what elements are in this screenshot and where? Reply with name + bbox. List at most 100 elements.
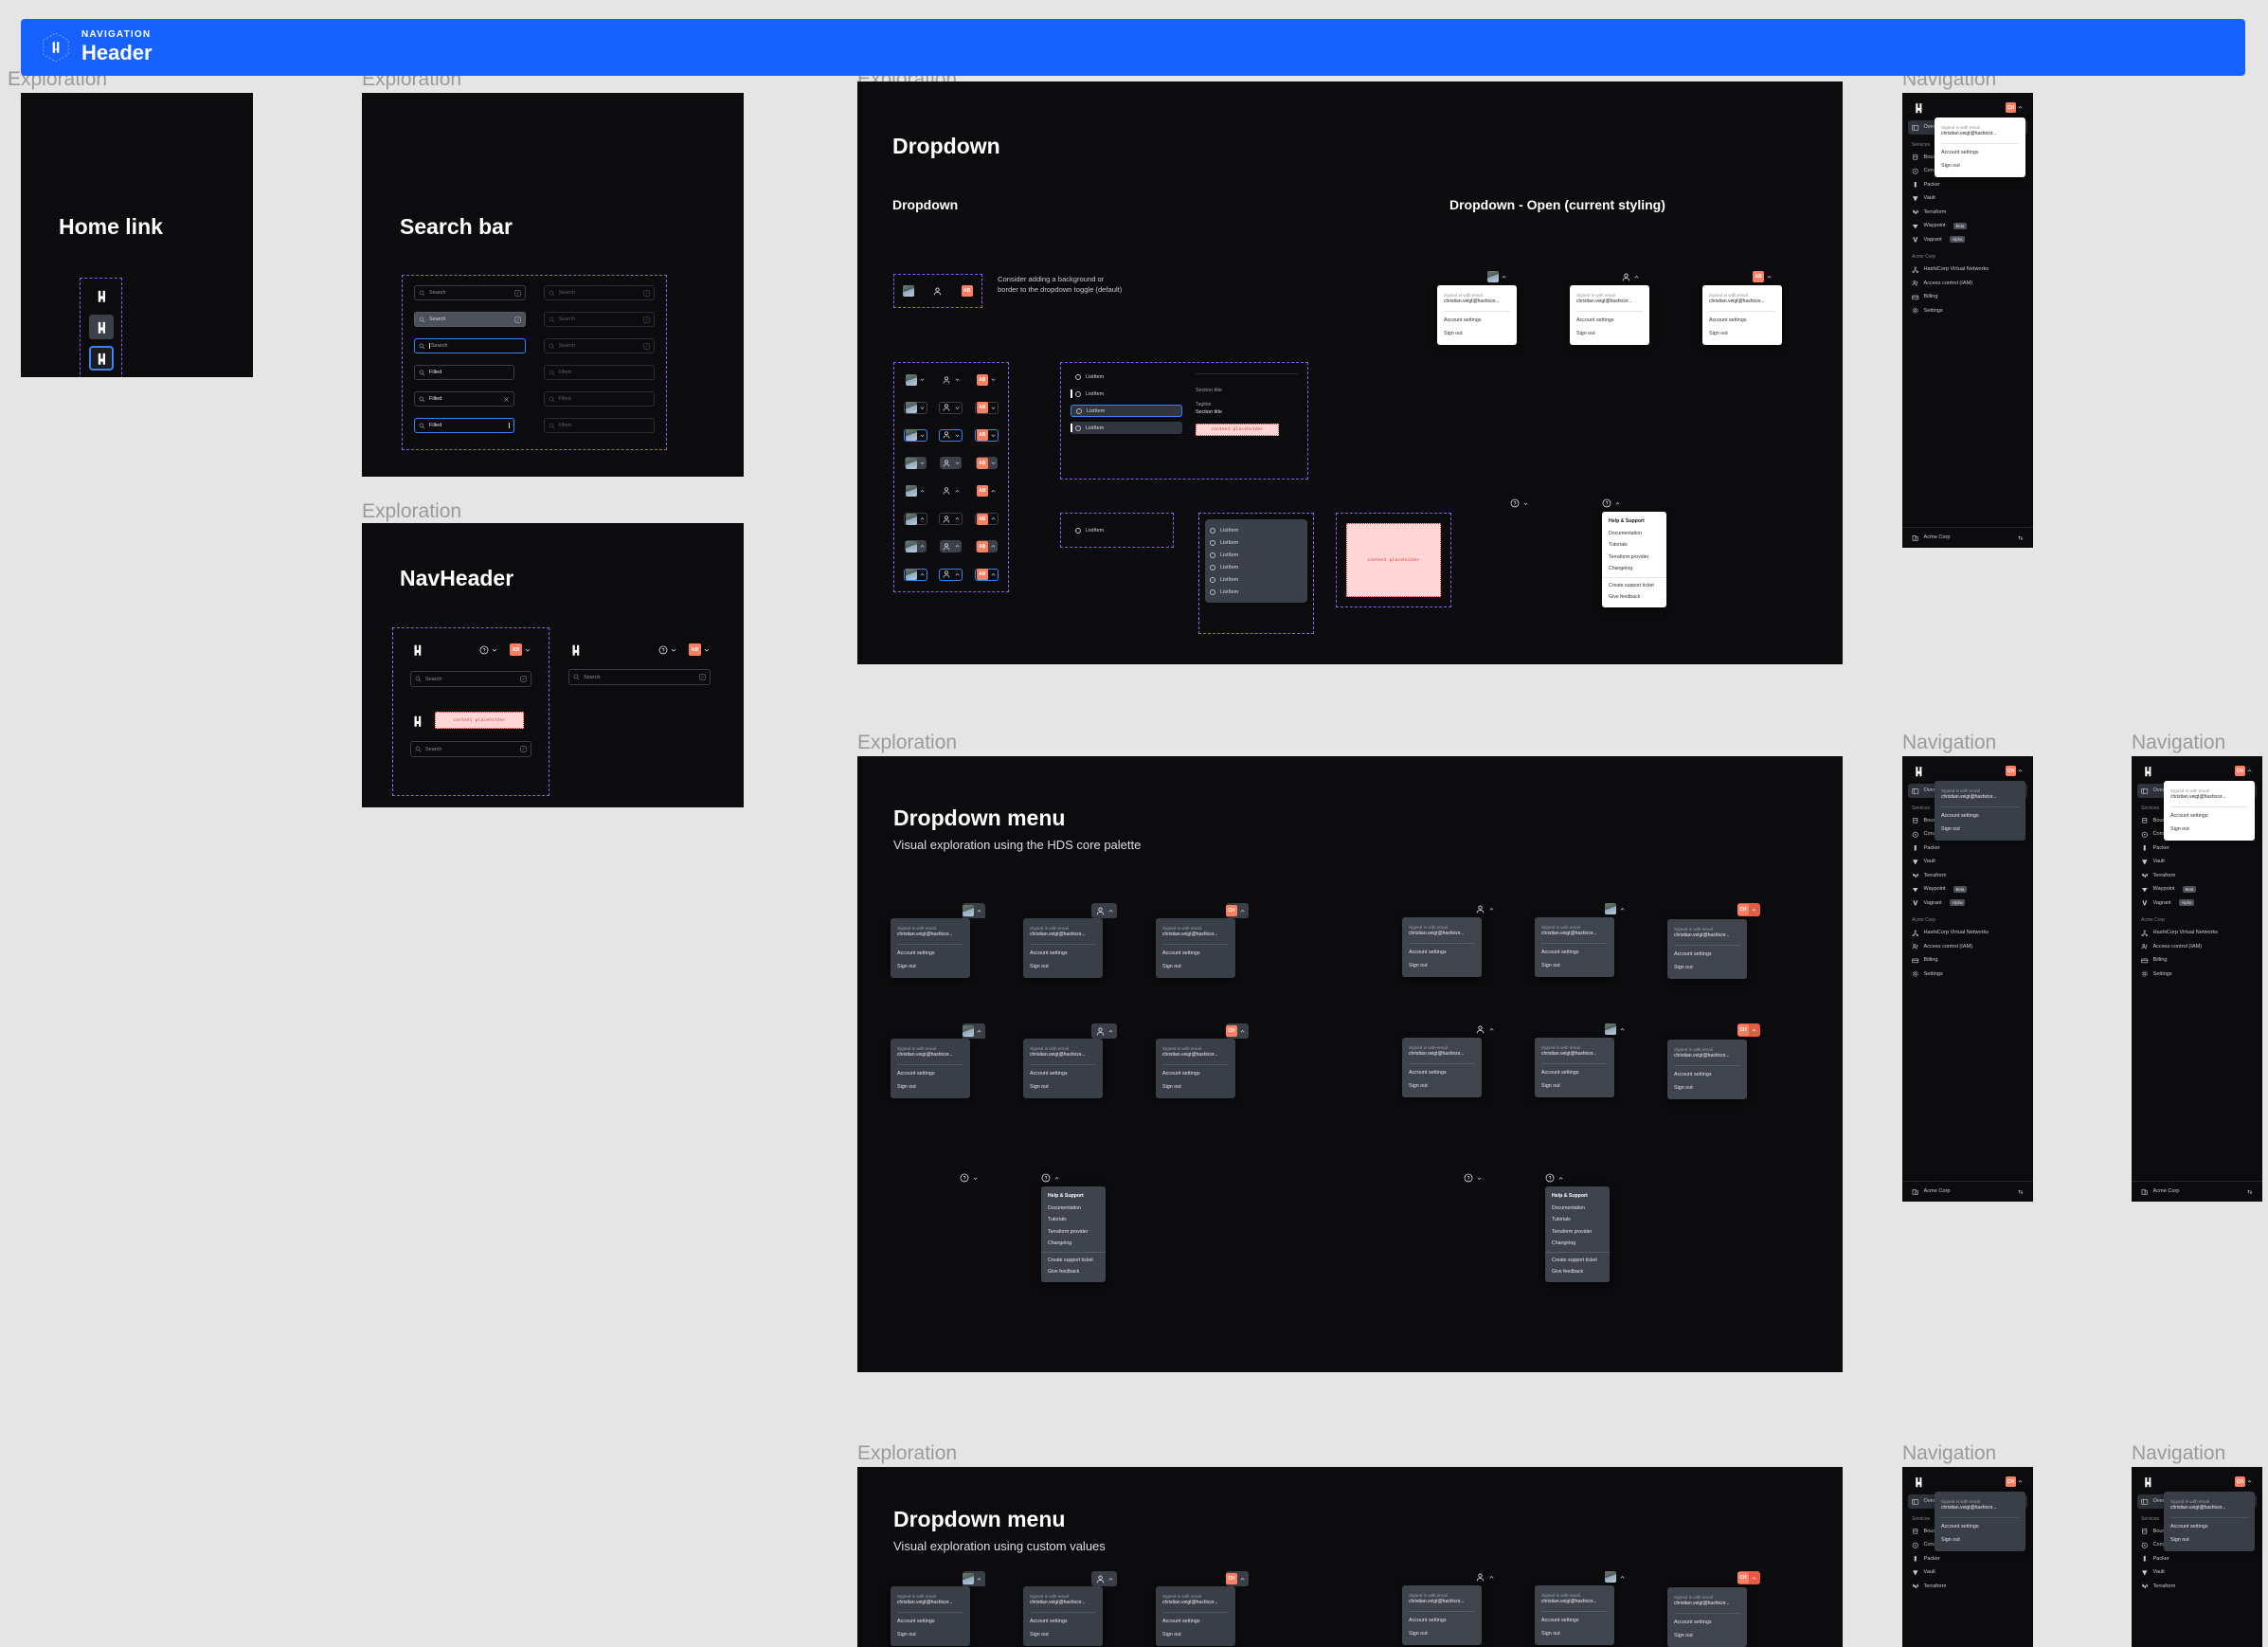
user-menu-toggle[interactable]: CH xyxy=(2235,1476,2253,1487)
sidebar-item-hvn[interactable]: HashiCorp Virtual Networks xyxy=(1902,262,2033,277)
sidebar-item-waypoint[interactable]: Waypoint Beta xyxy=(1902,882,2033,896)
sidebar-item-vault[interactable]: Vault xyxy=(1902,855,2033,869)
sidebar-item-packer[interactable]: Packer xyxy=(1902,1552,2033,1566)
person-icon[interactable] xyxy=(1094,905,1106,916)
sidebar-item-packer[interactable]: Packer xyxy=(1902,178,2033,192)
navheader-search-input[interactable]: Search xyxy=(410,671,531,687)
toggle-avatar-focus[interactable] xyxy=(904,428,928,442)
help-menu-item-2[interactable]: Tutorials xyxy=(1041,1214,1106,1226)
sidebar-item-hvn[interactable]: HashiCorp Virtual Networks xyxy=(1902,926,2033,940)
person-icon[interactable] xyxy=(1474,1023,1485,1035)
list-item[interactable]: ListItem xyxy=(1205,524,1307,536)
toggle-person-open[interactable] xyxy=(940,485,962,498)
sidebar-item-terraform[interactable]: Terraform xyxy=(2132,1580,2262,1594)
user-menu-toggle[interactable]: CH xyxy=(2235,766,2253,776)
help-toggle-open[interactable] xyxy=(1602,498,1666,508)
menu-item-account-settings[interactable]: Account settings xyxy=(1402,1614,1482,1627)
sidebar-item-packer[interactable]: Packer xyxy=(1902,842,2033,856)
person-icon[interactable] xyxy=(1474,1571,1485,1583)
search-input-disabled-3[interactable]: Search xyxy=(543,338,655,353)
menu-item-account-settings[interactable]: Account settings xyxy=(1535,1614,1614,1627)
menu-item-sign-out[interactable]: Sign out xyxy=(1667,1629,1747,1642)
sidebar-item-waypoint[interactable]: Waypoint Beta xyxy=(1902,219,2033,233)
chevron-down-icon[interactable] xyxy=(491,646,498,654)
menu-item-account-settings[interactable]: Account settings xyxy=(1156,1067,1235,1080)
chevron-up-icon[interactable] xyxy=(1751,907,1757,914)
search-input-filled-disabled-3[interactable]: Filled xyxy=(543,418,655,433)
menu-item-account-settings[interactable]: Account settings xyxy=(1023,1067,1103,1080)
chevron-up-icon[interactable] xyxy=(1107,908,1114,914)
help-menu-item-6[interactable]: Give feedback xyxy=(1041,1266,1106,1278)
chevron-up-icon[interactable] xyxy=(1239,1576,1246,1583)
user-menu-toggle[interactable]: CH xyxy=(2006,1476,2024,1487)
sidebar-item-iam[interactable]: Access control (IAM) xyxy=(2132,940,2262,954)
menu-item-account-settings[interactable]: Account settings xyxy=(2164,1520,2255,1533)
hashicorp-logo-icon[interactable] xyxy=(2141,764,2154,778)
person-icon[interactable] xyxy=(1094,1573,1106,1584)
toggle-avatar-hover[interactable] xyxy=(905,457,927,470)
list-item[interactable]: ListItem xyxy=(1205,586,1307,598)
help-circle-icon[interactable] xyxy=(658,645,668,655)
toggle-person-default[interactable] xyxy=(940,373,962,386)
list-item[interactable]: ListItem xyxy=(1205,549,1307,561)
sidebar-item-billing[interactable]: Billing xyxy=(1902,953,2033,968)
sidebar-item-vagrant[interactable]: Vagrant Alpha xyxy=(1902,233,2033,247)
menu-item-sign-out[interactable]: Sign out xyxy=(1156,1080,1235,1094)
menu-item-account-settings[interactable]: Account settings xyxy=(1023,1615,1103,1628)
help-menu-item-3[interactable]: Terraform provider xyxy=(1602,552,1666,564)
menu-item-account-settings[interactable]: Account settings xyxy=(1935,809,2025,823)
user-menu-toggle[interactable]: CH xyxy=(2006,102,2024,113)
menu-item-sign-out[interactable]: Sign out xyxy=(1023,1080,1103,1094)
home-logo-hover[interactable] xyxy=(88,315,114,339)
toggle-initials-open-focus[interactable]: AB xyxy=(974,568,999,581)
help-menu-item-2[interactable]: Tutorials xyxy=(1602,539,1666,552)
search-input-filled[interactable]: Filled xyxy=(414,365,514,380)
chevron-up-icon[interactable] xyxy=(1239,1028,1246,1035)
toggle-avatar-open-focus[interactable] xyxy=(904,568,928,581)
search-input-focused[interactable]: Search xyxy=(414,338,526,353)
help-menu-item-4[interactable]: Changelog xyxy=(1545,1238,1610,1250)
hashicorp-logo-icon[interactable] xyxy=(1912,764,1925,778)
toggle-initials-focus[interactable]: AB xyxy=(974,428,999,442)
avatar-photo[interactable] xyxy=(1605,1023,1616,1035)
home-logo-default[interactable] xyxy=(89,283,114,308)
avatar-photo[interactable] xyxy=(963,1025,974,1037)
navheader-search-input-3[interactable]: Search xyxy=(568,669,711,685)
person-icon[interactable] xyxy=(1474,903,1485,914)
avatar-initials[interactable]: CH xyxy=(1226,1025,1237,1037)
menu-item-sign-out[interactable]: Sign out xyxy=(1402,1627,1482,1640)
chevron-up-icon[interactable] xyxy=(1501,274,1507,281)
avatar[interactable]: AB xyxy=(689,643,701,656)
toggle-person-open-hover[interactable] xyxy=(940,540,963,553)
help-toggle-open[interactable] xyxy=(1545,1173,1610,1183)
toggle-initials-hover[interactable]: AB xyxy=(975,457,998,470)
menu-item-account-settings[interactable]: Account settings xyxy=(1156,947,1235,960)
avatar-initials[interactable]: AB xyxy=(961,285,973,297)
menu-item-sign-out[interactable]: Sign out xyxy=(1667,961,1747,974)
sidebar-item-settings[interactable]: Settings xyxy=(2132,968,2262,982)
help-menu-item-6[interactable]: Give feedback xyxy=(1545,1266,1610,1278)
sidebar-item-vault[interactable]: Vault xyxy=(1902,191,2033,206)
chevron-up-icon[interactable] xyxy=(1633,274,1640,281)
avatar-photo[interactable] xyxy=(963,905,974,916)
menu-item-sign-out[interactable]: Sign out xyxy=(1667,1081,1747,1095)
chevron-down-icon[interactable] xyxy=(670,646,677,654)
toggle-avatar-open-hover[interactable] xyxy=(905,540,927,553)
menu-item-account-settings[interactable]: Account settings xyxy=(1402,946,1482,959)
menu-item-account-settings[interactable]: Account settings xyxy=(1437,314,1517,327)
chevron-up-icon[interactable] xyxy=(1619,1574,1626,1581)
help-circle-icon[interactable] xyxy=(479,645,489,655)
sidebar-item-billing[interactable]: Billing xyxy=(1902,290,2033,304)
menu-item-sign-out[interactable]: Sign out xyxy=(1935,159,2025,172)
toggle-avatar-open-bordered[interactable] xyxy=(904,513,928,526)
chevron-up-icon[interactable] xyxy=(1488,906,1495,913)
avatar-initials[interactable]: CH xyxy=(1737,904,1749,915)
toggle-person-hover[interactable] xyxy=(940,457,963,470)
chevron-up-icon[interactable] xyxy=(976,908,982,914)
chevron-up-icon[interactable] xyxy=(1619,1026,1626,1033)
search-input-disabled[interactable]: Search xyxy=(543,285,655,300)
sidebar-item-settings[interactable]: Settings xyxy=(1902,968,2033,982)
search-input-default[interactable]: Search xyxy=(414,285,526,300)
sidebar-item-vault[interactable]: Vault xyxy=(2132,1566,2262,1580)
sidebar-item-billing[interactable]: Billing xyxy=(2132,953,2262,968)
